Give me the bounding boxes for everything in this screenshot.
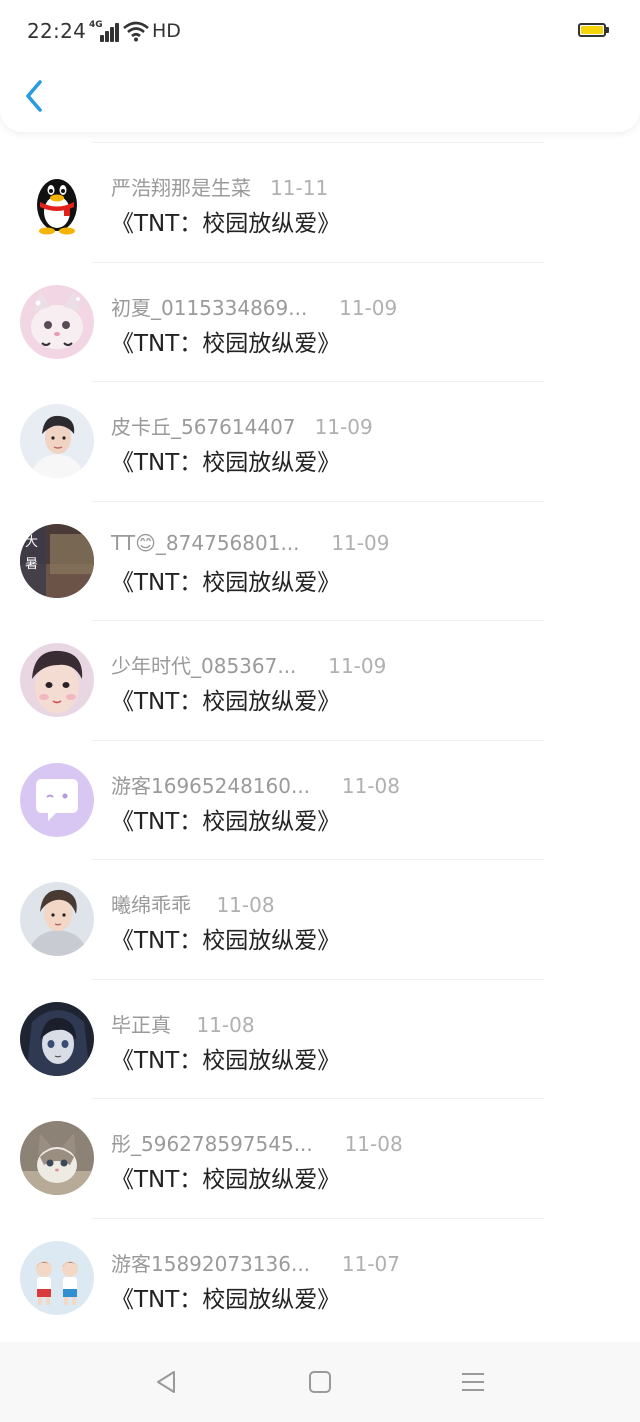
top-bar: 22:24 4G HD — [0, 0, 640, 132]
system-nav-bar — [0, 1342, 640, 1422]
avatar-kitten-icon[interactable] — [20, 1121, 94, 1195]
item-date: 11-11 — [270, 176, 329, 200]
list-item[interactable]: 曦绵乖乖 11-08 《TNT：校园放纵爱》 — [0, 859, 640, 979]
item-title: 《TNT：校园放纵爱》 — [111, 1286, 341, 1313]
list-item[interactable]: 初夏_0115334869... 11-09 《TNT：校园放纵爱》 — [0, 261, 640, 382]
avatar-anime-dark-icon[interactable] — [20, 1001, 94, 1076]
author-name: TT😊_874756801... — [111, 530, 300, 555]
list-item[interactable]: 大 暑 TT😊_874756801... 11-09 《TNT：校园放纵爱》 — [0, 500, 640, 621]
back-chevron-icon[interactable] — [18, 76, 54, 116]
item-author: 初夏_0115334869... 11-09 — [111, 292, 397, 321]
item-date: 11-08 — [216, 893, 275, 917]
svg-text:暑: 暑 — [25, 557, 38, 572]
item-author: 皮卡丘_567614407 11-09 — [111, 411, 373, 440]
avatar-pink-cat-icon[interactable] — [20, 284, 94, 359]
item-date: 11-09 — [314, 415, 373, 439]
svg-text:大: 大 — [25, 535, 38, 550]
item-title: 《TNT：校园放纵爱》 — [111, 808, 341, 835]
divider — [92, 620, 544, 621]
list-item[interactable]: 严浩翔那是生菜 11-11 《TNT：校园放纵爱》 — [0, 142, 640, 262]
divider — [92, 142, 544, 143]
divider — [92, 739, 544, 741]
item-title: 《TNT：校园放纵爱》 — [111, 330, 341, 357]
author-name: 游客16965248160... — [111, 773, 311, 798]
item-author: 彤_596278597545... 11-08 — [111, 1128, 403, 1157]
status-time: 22:24 — [27, 19, 87, 43]
item-author: 毕正真 11-08 — [111, 1009, 255, 1038]
comment-list: 严浩翔那是生菜 11-11 《TNT：校园放纵爱》 初夏_0115334869.… — [0, 142, 640, 1337]
wifi-icon — [123, 21, 149, 42]
divider — [92, 500, 544, 502]
author-name: 初夏_0115334869... — [111, 295, 308, 320]
list-item[interactable]: 游客16965248160... 11-08 《TNT：校园放纵爱》 — [0, 739, 640, 860]
divider — [92, 381, 544, 382]
list-item[interactable]: 皮卡丘_567614407 11-09 《TNT：校园放纵爱》 — [0, 381, 640, 501]
avatar-boy-white-icon[interactable] — [20, 404, 94, 478]
item-date: 11-07 — [341, 1251, 400, 1276]
divider — [92, 1098, 544, 1099]
item-author: 少年时代_085367... 11-09 — [111, 650, 386, 679]
hd-label: HD — [152, 20, 181, 42]
avatar-boy-pink-icon[interactable] — [20, 643, 94, 717]
avatar-chat-bubble-icon[interactable] — [20, 762, 94, 837]
network-type-label: 4G — [89, 20, 103, 30]
item-date: 11-09 — [339, 295, 398, 320]
author-name: 严浩翔那是生菜 — [111, 176, 251, 200]
battery-icon — [578, 23, 610, 39]
item-title: 《TNT：校园放纵爱》 — [111, 1047, 341, 1074]
item-date: 11-08 — [344, 1132, 403, 1156]
nav-menu-lines-icon[interactable] — [458, 1368, 488, 1396]
item-date: 11-08 — [196, 1012, 255, 1037]
avatar-dark-scene-icon[interactable]: 大 暑 — [20, 523, 94, 598]
author-name: 游客15892073136... — [111, 1251, 311, 1276]
nav-home-square-icon[interactable] — [305, 1368, 335, 1396]
item-author: 游客15892073136... 11-07 — [111, 1248, 400, 1277]
item-date: 11-08 — [341, 773, 400, 798]
divider — [92, 261, 544, 263]
avatar-boy-gray-icon[interactable] — [20, 882, 94, 956]
list-item[interactable]: 毕正真 11-08 《TNT：校园放纵爱》 — [0, 978, 640, 1099]
author-name: 少年时代_085367... — [111, 654, 297, 678]
item-author: 游客16965248160... 11-08 — [111, 770, 400, 799]
avatar-kids-icon[interactable] — [20, 1240, 94, 1315]
divider — [92, 978, 544, 980]
status-bar: 22:24 4G HD — [0, 0, 640, 64]
item-title: 《TNT：校园放纵爱》 — [111, 689, 341, 715]
cellular-signal-icon: 4G — [89, 20, 119, 42]
item-title: 《TNT：校园放纵爱》 — [111, 1167, 341, 1193]
author-name: 皮卡丘_567614407 — [111, 415, 296, 439]
item-author: TT😊_874756801... 11-09 — [111, 531, 389, 555]
item-date: 11-09 — [328, 654, 387, 678]
avatar-qq-penguin-icon[interactable] — [20, 165, 94, 239]
author-name: 曦绵乖乖 — [111, 893, 191, 917]
list-item[interactable]: 游客15892073136... 11-07 《TNT：校园放纵爱》 — [0, 1217, 640, 1338]
list-item[interactable]: 少年时代_085367... 11-09 《TNT：校园放纵爱》 — [0, 620, 640, 740]
divider — [92, 859, 544, 860]
divider — [92, 1217, 544, 1219]
item-author: 严浩翔那是生菜 11-11 — [111, 172, 328, 201]
author-name: 彤_596278597545... — [111, 1132, 313, 1156]
item-date: 11-09 — [331, 530, 390, 555]
item-author: 曦绵乖乖 11-08 — [111, 889, 275, 918]
list-item[interactable]: 彤_596278597545... 11-08 《TNT：校园放纵爱》 — [0, 1098, 640, 1218]
author-name: 毕正真 — [111, 1012, 171, 1037]
item-title: 《TNT：校园放纵爱》 — [111, 450, 341, 476]
item-title: 《TNT：校园放纵爱》 — [111, 569, 341, 596]
nav-back-triangle-icon[interactable] — [152, 1368, 182, 1396]
item-title: 《TNT：校园放纵爱》 — [111, 928, 341, 954]
item-title: 《TNT：校园放纵爱》 — [111, 211, 341, 237]
